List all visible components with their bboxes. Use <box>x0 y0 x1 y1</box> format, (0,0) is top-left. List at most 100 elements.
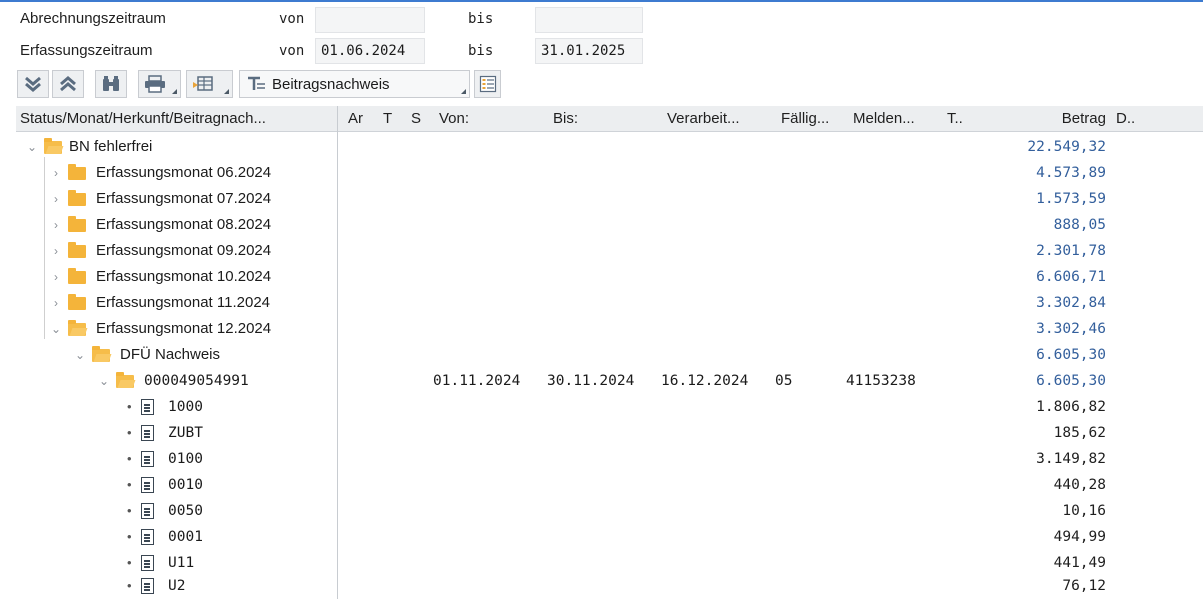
melden-value: 41153238 <box>846 373 916 389</box>
column-header-row: Status/Monat/Herkunft/Beitragnach... Ar … <box>16 106 1203 132</box>
chevron-right-icon[interactable]: › <box>50 290 62 316</box>
column-header-t[interactable]: T <box>383 106 392 131</box>
abrechnung-bis-field[interactable] <box>535 7 643 33</box>
export-menu-button[interactable] <box>186 70 233 98</box>
tree-row-beitragsgruppe[interactable]: • 0050 10,16 <box>16 498 1203 524</box>
folder-icon <box>68 216 86 232</box>
chevron-down-icon[interactable]: ⌄ <box>26 134 38 160</box>
verarbeitet-value: 16.12.2024 <box>661 373 749 389</box>
column-header-s[interactable]: S <box>411 106 421 131</box>
abrechnung-von-field[interactable] <box>315 7 425 33</box>
window-top-border <box>0 0 1203 2</box>
betrag-value: 4.573,89 <box>1036 165 1106 181</box>
layout-details-button[interactable] <box>474 70 501 98</box>
column-header-melden[interactable]: Melden... <box>853 106 915 131</box>
abrechnung-von-label: von <box>279 11 305 27</box>
column-header-verarbeitet[interactable]: Verarbeit... <box>667 106 740 131</box>
collapse-all-button[interactable] <box>52 70 84 98</box>
tree-row-erfassungsmonat[interactable]: ⌄ Erfassungsmonat 12.2024 3.302,46 <box>16 316 1203 342</box>
tree-row-beitragsgruppe[interactable]: • U2 76,12 <box>16 573 1203 599</box>
column-header-tree[interactable]: Status/Monat/Herkunft/Beitragnach... <box>20 106 266 131</box>
tree-row-beitragsgruppe[interactable]: • 0010 440,28 <box>16 472 1203 498</box>
column-header-betrag[interactable]: Betrag <box>1062 106 1106 131</box>
bis-value: 30.11.2024 <box>547 373 635 389</box>
tree-row-label: 0010 <box>168 477 203 493</box>
tree-row-beitragsgruppe[interactable]: • 1000 1.806,82 <box>16 394 1203 420</box>
tree-row-label: 0100 <box>168 451 203 467</box>
find-button[interactable] <box>95 70 127 98</box>
tree-row-beitragsnachweis[interactable]: ⌄ 000049054991 01.11.2024 30.11.2024 16.… <box>16 368 1203 394</box>
chevron-right-icon[interactable]: › <box>50 186 62 212</box>
document-icon <box>141 451 154 467</box>
printer-icon <box>145 75 165 93</box>
tree-row-label: BN fehlerfrei <box>69 138 153 155</box>
betrag-value: 10,16 <box>1062 503 1106 519</box>
tree-row-beitragsgruppe[interactable]: • ZUBT 185,62 <box>16 420 1203 446</box>
tree-row-erfassungsmonat[interactable]: › Erfassungsmonat 10.2024 6.606,71 <box>16 264 1203 290</box>
print-menu-button[interactable] <box>138 70 181 98</box>
chevron-down-icon[interactable]: ⌄ <box>50 316 62 342</box>
chevron-right-icon[interactable]: › <box>50 160 62 186</box>
tree-row-label: Erfassungsmonat 09.2024 <box>96 242 272 259</box>
tree-row-label: Erfassungsmonat 11.2024 <box>96 294 271 311</box>
betrag-value: 6.605,30 <box>1036 347 1106 363</box>
faellig-value: 05 <box>775 373 793 389</box>
tree-row-label: Erfassungsmonat 08.2024 <box>96 216 272 233</box>
dropdown-arrow-icon <box>461 89 466 94</box>
betrag-value: 6.605,30 <box>1036 373 1106 389</box>
betrag-value: 185,62 <box>1053 425 1106 441</box>
folder-open-icon <box>68 320 86 336</box>
document-icon <box>141 529 154 545</box>
betrag-value: 2.301,78 <box>1036 243 1106 259</box>
tree-row-bn-fehlerfrei[interactable]: ⌄ BN fehlerfrei 22.549,32 <box>16 134 1203 160</box>
column-header-ar[interactable]: Ar <box>348 106 363 131</box>
tree-row-erfassungsmonat[interactable]: › Erfassungsmonat 08.2024 888,05 <box>16 212 1203 238</box>
tree-row-erfassungsmonat[interactable]: › Erfassungsmonat 09.2024 2.301,78 <box>16 238 1203 264</box>
erfassung-von-field[interactable]: 01.06.2024 <box>315 38 425 64</box>
betrag-value: 3.302,84 <box>1036 295 1106 311</box>
layout-select[interactable]: Beitragsnachweis <box>239 70 470 98</box>
betrag-value: 22.549,32 <box>1027 139 1106 155</box>
betrag-value: 76,12 <box>1062 578 1106 594</box>
bullet-icon: • <box>127 399 132 414</box>
chevron-right-icon[interactable]: › <box>50 212 62 238</box>
folder-icon <box>68 164 86 180</box>
column-header-bis[interactable]: Bis: <box>553 106 578 131</box>
chevron-right-icon[interactable]: › <box>50 264 62 290</box>
folder-open-icon <box>92 346 110 362</box>
document-icon <box>141 503 154 519</box>
tree-row-beitragsgruppe[interactable]: • 0001 494,99 <box>16 524 1203 550</box>
folder-icon <box>68 294 86 310</box>
expand-all-button[interactable] <box>17 70 49 98</box>
tree-row-label: Erfassungsmonat 06.2024 <box>96 164 272 181</box>
tree-row-label: Erfassungsmonat 12.2024 <box>96 320 272 337</box>
tree-row-beitragsgruppe[interactable]: • 0100 3.149,82 <box>16 446 1203 472</box>
erfassung-von-label: von <box>279 43 305 59</box>
column-header-faellig[interactable]: Fällig... <box>781 106 829 131</box>
betrag-value: 3.149,82 <box>1036 451 1106 467</box>
tree-row-erfassungsmonat[interactable]: › Erfassungsmonat 07.2024 1.573,59 <box>16 186 1203 212</box>
chevron-right-icon[interactable]: › <box>50 238 62 264</box>
bullet-icon: • <box>127 503 132 518</box>
tree-row-label: 1000 <box>168 399 203 415</box>
column-header-t2[interactable]: T.. <box>947 106 963 131</box>
dropdown-arrow-icon <box>172 89 177 94</box>
bullet-icon: • <box>127 477 132 492</box>
layout-select-value: Beitragsnachweis <box>272 75 390 93</box>
document-icon <box>141 477 154 493</box>
folder-open-icon <box>116 372 134 388</box>
column-header-von[interactable]: Von: <box>439 106 469 131</box>
tree-row-erfassungsmonat[interactable]: › Erfassungsmonat 06.2024 4.573,89 <box>16 160 1203 186</box>
betrag-value: 6.606,71 <box>1036 269 1106 285</box>
column-header-d[interactable]: D.. <box>1116 106 1135 131</box>
document-icon <box>141 425 154 441</box>
bullet-icon: • <box>127 529 132 544</box>
tree-row-dfue-nachweis[interactable]: ⌄ DFÜ Nachweis 6.605,30 <box>16 342 1203 368</box>
tree-row-erfassungsmonat[interactable]: › Erfassungsmonat 11.2024 3.302,84 <box>16 290 1203 316</box>
chevron-down-icon[interactable]: ⌄ <box>98 368 110 394</box>
folder-icon <box>68 242 86 258</box>
betrag-value: 888,05 <box>1053 217 1106 233</box>
chevron-down-icon[interactable]: ⌄ <box>74 342 86 368</box>
abrechnungszeitraum-label: Abrechnungszeitraum <box>20 10 166 27</box>
erfassung-bis-field[interactable]: 31.01.2025 <box>535 38 643 64</box>
